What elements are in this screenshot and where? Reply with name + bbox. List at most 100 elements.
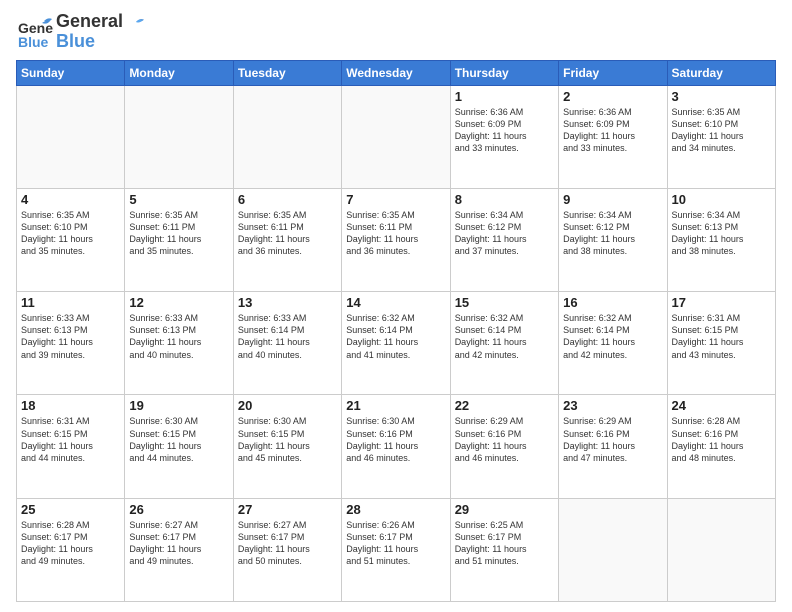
day-number: 10 xyxy=(672,192,771,207)
day-cell xyxy=(559,498,667,601)
day-number: 27 xyxy=(238,502,337,517)
day-cell: 7 Sunrise: 6:35 AM Sunset: 6:11 PM Daylig… xyxy=(342,188,450,291)
day-info: Sunrise: 6:29 AM Sunset: 6:16 PM Dayligh… xyxy=(563,415,662,464)
day-info: Sunrise: 6:29 AM Sunset: 6:16 PM Dayligh… xyxy=(455,415,554,464)
day-number: 3 xyxy=(672,89,771,104)
day-number: 21 xyxy=(346,398,445,413)
day-number: 20 xyxy=(238,398,337,413)
week-row-1: 4 Sunrise: 6:35 AM Sunset: 6:10 PM Daylig… xyxy=(17,188,776,291)
day-cell: 22 Sunrise: 6:29 AM Sunset: 6:16 PM Dayli… xyxy=(450,395,558,498)
day-cell: 17 Sunrise: 6:31 AM Sunset: 6:15 PM Dayli… xyxy=(667,292,775,395)
day-cell xyxy=(17,85,125,188)
day-number: 12 xyxy=(129,295,228,310)
weekday-header-row: SundayMondayTuesdayWednesdayThursdayFrid… xyxy=(17,60,776,85)
day-number: 7 xyxy=(346,192,445,207)
day-cell: 3Sunrise: 6:35 AM Sunset: 6:10 PM Daylig… xyxy=(667,85,775,188)
day-cell: 26 Sunrise: 6:27 AM Sunset: 6:17 PM Dayli… xyxy=(125,498,233,601)
day-info: Sunrise: 6:26 AM Sunset: 6:17 PM Dayligh… xyxy=(346,519,445,568)
weekday-saturday: Saturday xyxy=(667,60,775,85)
day-cell: 29 Sunrise: 6:25 AM Sunset: 6:17 PM Dayli… xyxy=(450,498,558,601)
day-number: 24 xyxy=(672,398,771,413)
day-cell: 16Sunrise: 6:32 AM Sunset: 6:14 PM Dayli… xyxy=(559,292,667,395)
weekday-monday: Monday xyxy=(125,60,233,85)
day-info: Sunrise: 6:32 AM Sunset: 6:14 PM Dayligh… xyxy=(563,312,662,361)
day-cell: 10 Sunrise: 6:34 AM Sunset: 6:13 PM Dayli… xyxy=(667,188,775,291)
day-number: 14 xyxy=(346,295,445,310)
week-row-2: 11 Sunrise: 6:33 AM Sunset: 6:13 PM Dayli… xyxy=(17,292,776,395)
day-info: Sunrise: 6:30 AM Sunset: 6:15 PM Dayligh… xyxy=(238,415,337,464)
day-info: Sunrise: 6:34 AM Sunset: 6:12 PM Dayligh… xyxy=(455,209,554,258)
day-number: 29 xyxy=(455,502,554,517)
day-cell: 23 Sunrise: 6:29 AM Sunset: 6:16 PM Dayli… xyxy=(559,395,667,498)
day-cell: 21 Sunrise: 6:30 AM Sunset: 6:16 PM Dayli… xyxy=(342,395,450,498)
day-cell: 28Sunrise: 6:26 AM Sunset: 6:17 PM Dayli… xyxy=(342,498,450,601)
day-info: Sunrise: 6:36 AM Sunset: 6:09 PM Dayligh… xyxy=(563,106,662,155)
day-cell: 8 Sunrise: 6:34 AM Sunset: 6:12 PM Daylig… xyxy=(450,188,558,291)
day-cell: 13 Sunrise: 6:33 AM Sunset: 6:14 PM Dayli… xyxy=(233,292,341,395)
day-cell: 1Sunrise: 6:36 AM Sunset: 6:09 PM Daylig… xyxy=(450,85,558,188)
day-info: Sunrise: 6:31 AM Sunset: 6:15 PM Dayligh… xyxy=(672,312,771,361)
day-cell: 4 Sunrise: 6:35 AM Sunset: 6:10 PM Daylig… xyxy=(17,188,125,291)
day-number: 6 xyxy=(238,192,337,207)
day-cell: 12 Sunrise: 6:33 AM Sunset: 6:13 PM Dayli… xyxy=(125,292,233,395)
day-number: 25 xyxy=(21,502,120,517)
day-info: Sunrise: 6:27 AM Sunset: 6:17 PM Dayligh… xyxy=(238,519,337,568)
day-cell: 5 Sunrise: 6:35 AM Sunset: 6:11 PM Daylig… xyxy=(125,188,233,291)
day-cell: 27 Sunrise: 6:27 AM Sunset: 6:17 PM Dayli… xyxy=(233,498,341,601)
day-number: 1 xyxy=(455,89,554,104)
day-info: Sunrise: 6:25 AM Sunset: 6:17 PM Dayligh… xyxy=(455,519,554,568)
day-cell: 24 Sunrise: 6:28 AM Sunset: 6:16 PM Dayli… xyxy=(667,395,775,498)
day-info: Sunrise: 6:35 AM Sunset: 6:10 PM Dayligh… xyxy=(21,209,120,258)
day-number: 4 xyxy=(21,192,120,207)
day-cell: 11 Sunrise: 6:33 AM Sunset: 6:13 PM Dayli… xyxy=(17,292,125,395)
day-number: 11 xyxy=(21,295,120,310)
bird-icon xyxy=(128,16,144,28)
week-row-0: 1 Sunrise: 6:36 AM Sunset: 6:09 PM Daylig… xyxy=(17,85,776,188)
day-cell: 19 Sunrise: 6:30 AM Sunset: 6:15 PM Dayli… xyxy=(125,395,233,498)
day-cell: 15 Sunrise: 6:32 AM Sunset: 6:14 PM Dayli… xyxy=(450,292,558,395)
day-info: Sunrise: 6:33 AM Sunset: 6:13 PM Dayligh… xyxy=(21,312,120,361)
weekday-sunday: Sunday xyxy=(17,60,125,85)
day-info: Sunrise: 6:33 AM Sunset: 6:13 PM Dayligh… xyxy=(129,312,228,361)
week-row-4: 25 Sunrise: 6:28 AM Sunset: 6:17 PM Dayli… xyxy=(17,498,776,601)
day-info: Sunrise: 6:35 AM Sunset: 6:11 PM Dayligh… xyxy=(129,209,228,258)
svg-text:Blue: Blue xyxy=(18,34,49,50)
day-cell: 18 Sunrise: 6:31 AM Sunset: 6:15 PM Dayli… xyxy=(17,395,125,498)
day-cell: 9Sunrise: 6:34 AM Sunset: 6:12 PM Daylig… xyxy=(559,188,667,291)
weekday-wednesday: Wednesday xyxy=(342,60,450,85)
day-info: Sunrise: 6:30 AM Sunset: 6:16 PM Dayligh… xyxy=(346,415,445,464)
logo-blue: Blue xyxy=(56,32,144,52)
page: General Blue General Blue xyxy=(0,0,792,612)
day-number: 15 xyxy=(455,295,554,310)
day-number: 22 xyxy=(455,398,554,413)
day-cell: 6 Sunrise: 6:35 AM Sunset: 6:11 PM Daylig… xyxy=(233,188,341,291)
day-cell: 2 Sunrise: 6:36 AM Sunset: 6:09 PM Daylig… xyxy=(559,85,667,188)
day-number: 13 xyxy=(238,295,337,310)
day-info: Sunrise: 6:30 AM Sunset: 6:15 PM Dayligh… xyxy=(129,415,228,464)
day-cell: 20 Sunrise: 6:30 AM Sunset: 6:15 PM Dayli… xyxy=(233,395,341,498)
day-number: 26 xyxy=(129,502,228,517)
day-info: Sunrise: 6:32 AM Sunset: 6:14 PM Dayligh… xyxy=(455,312,554,361)
day-info: Sunrise: 6:28 AM Sunset: 6:16 PM Dayligh… xyxy=(672,415,771,464)
calendar-table: SundayMondayTuesdayWednesdayThursdayFrid… xyxy=(16,60,776,602)
day-info: Sunrise: 6:28 AM Sunset: 6:17 PM Dayligh… xyxy=(21,519,120,568)
day-info: Sunrise: 6:35 AM Sunset: 6:11 PM Dayligh… xyxy=(238,209,337,258)
day-cell xyxy=(667,498,775,601)
day-number: 2 xyxy=(563,89,662,104)
day-number: 18 xyxy=(21,398,120,413)
day-number: 19 xyxy=(129,398,228,413)
day-info: Sunrise: 6:34 AM Sunset: 6:13 PM Dayligh… xyxy=(672,209,771,258)
day-info: Sunrise: 6:35 AM Sunset: 6:11 PM Dayligh… xyxy=(346,209,445,258)
logo-icon: General Blue xyxy=(16,13,54,51)
weekday-tuesday: Tuesday xyxy=(233,60,341,85)
day-info: Sunrise: 6:27 AM Sunset: 6:17 PM Dayligh… xyxy=(129,519,228,568)
day-info: Sunrise: 6:31 AM Sunset: 6:15 PM Dayligh… xyxy=(21,415,120,464)
day-number: 23 xyxy=(563,398,662,413)
weekday-friday: Friday xyxy=(559,60,667,85)
header: General Blue General Blue xyxy=(16,12,776,52)
day-number: 8 xyxy=(455,192,554,207)
day-number: 17 xyxy=(672,295,771,310)
day-info: Sunrise: 6:34 AM Sunset: 6:12 PM Dayligh… xyxy=(563,209,662,258)
day-info: Sunrise: 6:33 AM Sunset: 6:14 PM Dayligh… xyxy=(238,312,337,361)
day-number: 5 xyxy=(129,192,228,207)
